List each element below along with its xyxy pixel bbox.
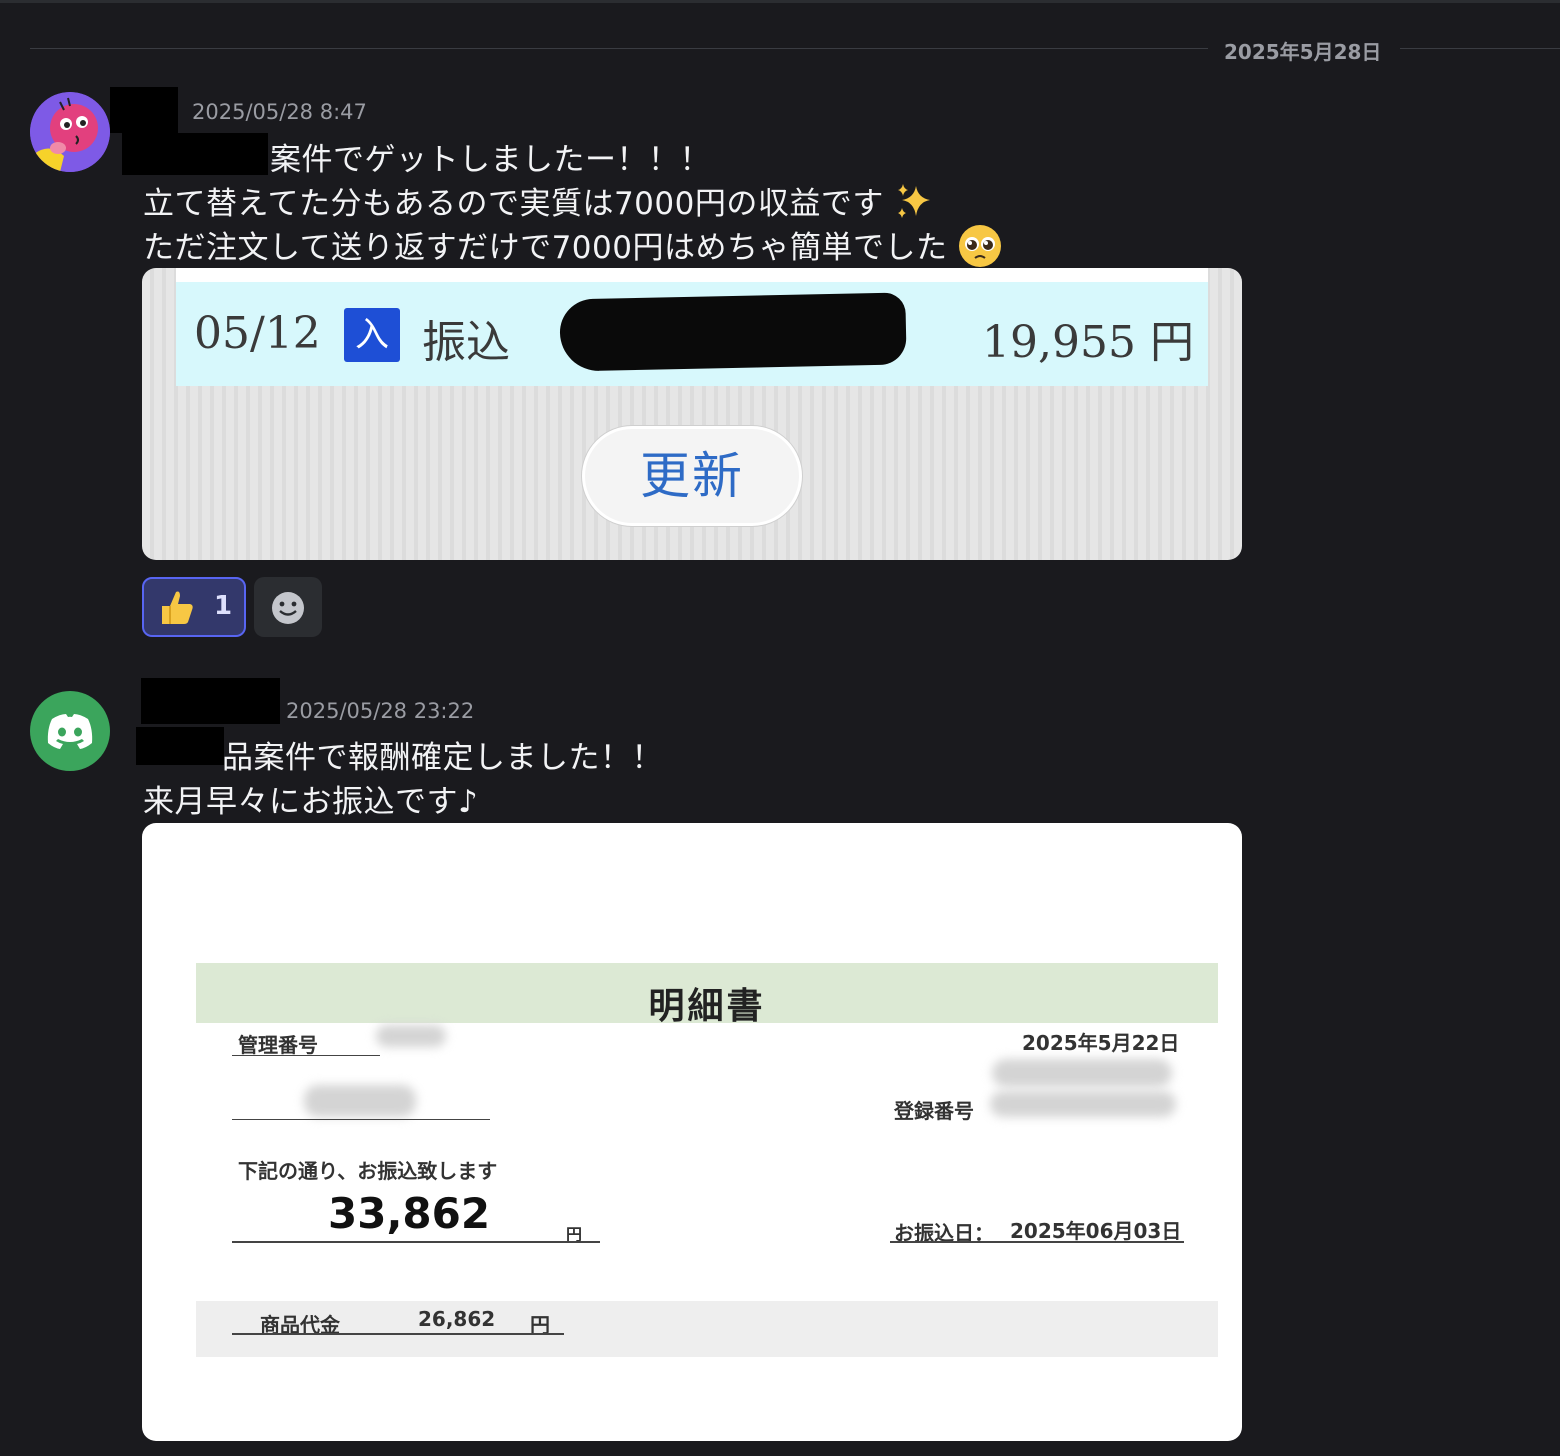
add-reaction-smiley-icon [272,592,304,624]
blurred-value [376,1025,446,1047]
message-text: 立て替えてた分もあるので実質は7000円の収益です [143,186,884,222]
reaction-count: 1 [214,591,233,621]
registration-number-label: 登録番号 [894,1099,974,1123]
payment-statement-image[interactable]: 明細書 管理番号 2025年5月22日 登録番号 下記の通り、お振込致します 3… [142,823,1242,1441]
total-amount: 33,862 [328,1189,491,1238]
pleading-face-icon [958,225,1001,267]
redacted-username [110,87,178,133]
transfer-date: 2025年06月03日 [1010,1219,1182,1243]
message-text: 来月早々にお振込です♪ [143,784,479,820]
blurred-reg-number [990,1091,1176,1117]
transaction-amount: 19,955 円 [982,317,1194,368]
message-line-2: 立て替えてた分もあるので実質は7000円の収益です [143,178,934,223]
message-text: 案件でゲットしましたー！！！ [270,142,711,178]
item-band [196,1301,1218,1357]
user-avatar[interactable] [30,92,110,172]
discord-logo-icon [47,714,93,749]
message-timestamp: 2025/05/28 8:47 [192,100,367,124]
message-line-3: ただ注文して送り返すだけで7000円はめちゃ簡単でした [143,222,1002,268]
sparkles-icon [898,184,931,218]
refresh-button: 更新 [582,426,802,526]
redacted-username [141,678,280,724]
transaction-row: 05/12 入 振込 19,955 円 [176,282,1208,386]
top-rule [0,0,1560,3]
redacted-text [136,727,224,765]
reaction-thumbs-up[interactable]: 1 [142,577,246,637]
message-line-2: 来月早々にお振込です♪ [143,776,478,821]
item-amount: 26,862 [418,1307,496,1331]
blurred-name [992,1059,1172,1087]
date-divider: 2025年5月28日 [30,36,1560,64]
message-line-1: 品案件で報酬確定しました！！ [222,732,663,777]
message-timestamp: 2025/05/28 23:22 [286,699,475,723]
chat-window: 2025年5月28日 2025/05/28 8:47 案件でゲットしましたー！！… [0,0,1560,1456]
discord-avatar[interactable] [30,691,110,771]
date-divider-label: 2025年5月28日 [1224,40,1382,64]
divider-line-left [30,48,1208,49]
message-text: ただ注文して送り返すだけで7000円はめちゃ簡単でした [143,230,948,266]
item-underline [232,1333,564,1335]
transfer-notice: 下記の通り、お振込致します [238,1159,498,1183]
divider-line-right [1400,48,1560,49]
thumbs-up-icon [162,591,193,624]
message-line-1: 案件でゲットしましたー！！！ [270,134,711,179]
redacted-text [122,133,268,175]
issue-date: 2025年5月22日 [1022,1031,1180,1055]
transaction-kind: 振込 [422,317,510,368]
deposit-badge: 入 [344,308,400,362]
message-text: 品案件で報酬確定しました！！ [222,740,663,776]
total-underline [232,1241,600,1243]
underline [232,1119,490,1120]
transaction-date: 05/12 [194,308,321,359]
underline [232,1055,380,1056]
management-number-label: 管理番号 [238,1033,318,1057]
transfer-underline [890,1241,1184,1243]
avatar-character-icon [30,92,110,172]
statement-title: 明細書 [648,986,766,1027]
blurred-recipient [304,1085,416,1117]
add-reaction-button[interactable] [254,577,322,637]
statement-document: 明細書 管理番号 2025年5月22日 登録番号 下記の通り、お振込致します 3… [196,963,1218,1359]
redaction-scribble [559,292,907,372]
image-top-edge [176,268,1208,282]
bank-statement-image[interactable]: 05/12 入 振込 19,955 円 更新 [142,268,1242,560]
